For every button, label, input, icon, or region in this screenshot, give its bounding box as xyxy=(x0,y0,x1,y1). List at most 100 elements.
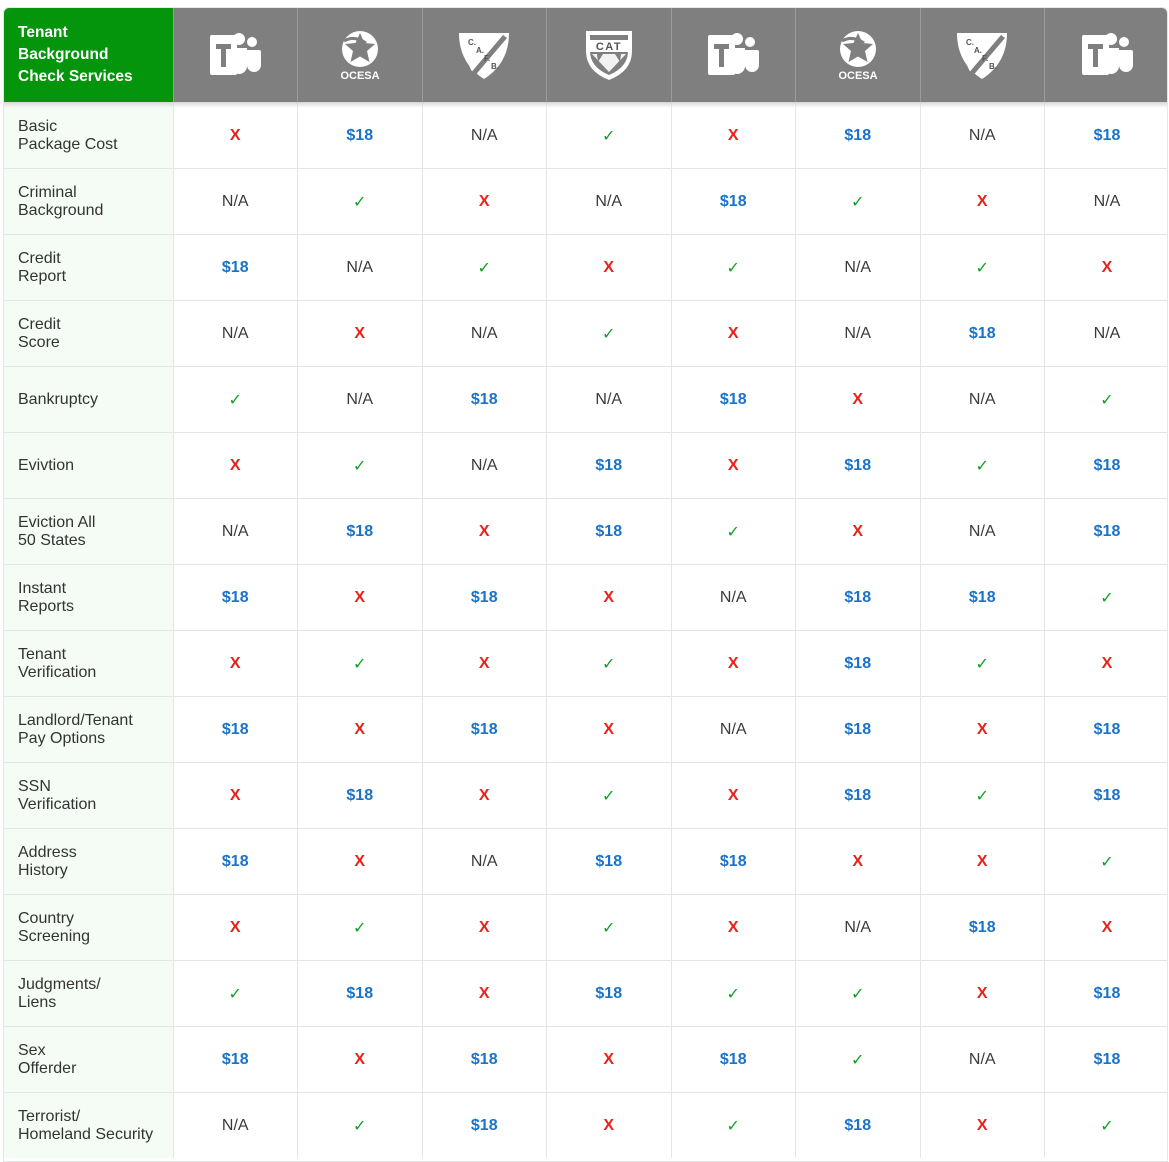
svg-text:CAT: CAT xyxy=(596,41,622,53)
table-cell: $18 xyxy=(1044,432,1167,499)
title-line: Check Services xyxy=(18,68,133,85)
cross-icon: X xyxy=(603,588,615,606)
price-value: $18 xyxy=(968,324,996,342)
feature-label-line: Package Cost xyxy=(18,135,118,153)
table-cell: $18 xyxy=(919,894,1045,961)
check-icon: ✓ xyxy=(602,325,616,343)
cafb-shield-icon: C. A. F. B. xyxy=(921,29,1045,81)
price-value: $18 xyxy=(470,390,498,408)
cross-icon: X xyxy=(976,984,988,1002)
feature-label: Instant Reports xyxy=(4,564,173,631)
price-value: $18 xyxy=(844,1116,872,1134)
cross-icon: X xyxy=(354,588,366,606)
table-row: Sex Offerder $18 X $18 X $18 ✓ N/A $18 xyxy=(4,1026,1167,1093)
feature-label-line: Score xyxy=(18,333,60,351)
table-cell: ✓ xyxy=(297,168,422,235)
check-icon: ✓ xyxy=(1100,1117,1114,1135)
table-cell: X xyxy=(172,894,298,961)
table-cell: ✓ xyxy=(1044,828,1167,895)
feature-label-line: Verification xyxy=(18,795,97,813)
check-icon: ✓ xyxy=(726,985,740,1003)
check-icon: ✓ xyxy=(1100,589,1114,607)
table-cell: X xyxy=(546,564,671,631)
table-cell: X xyxy=(172,630,298,697)
table-row: Evivtion X ✓ N/A $18 X $18 ✓ $18 xyxy=(4,432,1167,499)
cross-icon: X xyxy=(976,192,988,210)
price-value: $18 xyxy=(470,588,498,606)
cross-icon: X xyxy=(603,720,615,738)
price-value: $18 xyxy=(595,456,623,474)
table-cell: $18 xyxy=(546,432,671,499)
cross-icon: X xyxy=(229,786,241,804)
cafb-shield-icon: C. A. F. B. xyxy=(423,29,547,81)
table-row: Credit Report $18 N/A ✓ X ✓ N/A ✓ X xyxy=(4,234,1167,301)
ocesa-logo-icon: OCESA xyxy=(298,27,422,83)
check-icon: ✓ xyxy=(353,655,367,673)
price-value: $18 xyxy=(844,786,872,804)
check-icon: ✓ xyxy=(851,193,865,211)
table-cell: N/A xyxy=(297,366,422,433)
price-value: $18 xyxy=(1093,522,1121,540)
table-cell: $18 xyxy=(795,432,920,499)
table-cell: N/A xyxy=(421,102,547,169)
price-value: $18 xyxy=(968,918,996,936)
cross-icon: X xyxy=(727,786,739,804)
feature-label-line: Instant xyxy=(18,579,67,597)
check-icon: ✓ xyxy=(1100,391,1114,409)
price-value: $18 xyxy=(595,522,623,540)
table-cell: X xyxy=(795,366,920,433)
svg-text:B.: B. xyxy=(491,62,499,71)
check-icon: ✓ xyxy=(1100,853,1114,871)
table-cell: N/A xyxy=(795,300,920,367)
cross-icon: X xyxy=(478,192,490,210)
feature-label-line: SSN xyxy=(18,777,51,795)
feature-label-line: Judgments/ xyxy=(18,975,101,993)
table-cell: $18 xyxy=(670,1026,796,1093)
table-cell: $18 xyxy=(670,828,796,895)
check-icon: ✓ xyxy=(228,985,242,1003)
table-cell: ✓ xyxy=(919,630,1045,697)
check-icon: ✓ xyxy=(975,655,989,673)
feature-label: Country Screening xyxy=(4,894,173,961)
table-cell: $18 xyxy=(795,696,920,763)
table-row: Basic Package Cost X $18 N/A ✓ X $18 N/A $18 xyxy=(4,102,1167,169)
table-row: Terrorist/Homeland Security N/A ✓ $18 X ✓ $18 X… xyxy=(4,1092,1167,1158)
table-cell: $18 xyxy=(1044,762,1167,829)
feature-label-line: Verification xyxy=(18,663,97,681)
feature-label-line: Background xyxy=(18,201,104,219)
table-cell: ✓ xyxy=(1044,564,1167,631)
table-cell: N/A xyxy=(546,168,671,235)
price-value: $18 xyxy=(719,192,747,210)
feature-label-line: History xyxy=(18,861,68,879)
table-cell: ✓ xyxy=(546,894,671,961)
teams-logo-icon xyxy=(1045,29,1167,81)
table-cell: X xyxy=(919,960,1045,1027)
feature-label-line: Credit xyxy=(18,249,61,267)
cross-icon: X xyxy=(727,654,739,672)
cross-icon: X xyxy=(354,852,366,870)
price-value: $18 xyxy=(844,456,872,474)
na-value: N/A xyxy=(1093,192,1121,210)
feature-label-line: Sex xyxy=(18,1041,46,1059)
feature-label: SSN Verification xyxy=(4,762,173,829)
cross-icon: X xyxy=(603,1050,615,1068)
table-cell: $18 xyxy=(421,564,547,631)
table-cell: X xyxy=(546,1026,671,1093)
table-cell: X xyxy=(421,498,547,565)
table-cell: $18 xyxy=(546,828,671,895)
table-cell: N/A xyxy=(421,432,547,499)
price-value: $18 xyxy=(221,852,249,870)
feature-label-line: Reports xyxy=(18,597,75,615)
check-icon: ✓ xyxy=(726,259,740,277)
table-cell: X xyxy=(172,762,298,829)
feature-label-line: Liens xyxy=(18,993,57,1011)
price-value: $18 xyxy=(595,852,623,870)
cross-icon: X xyxy=(1101,654,1113,672)
table-cell: N/A xyxy=(172,168,298,235)
table-cell: X xyxy=(670,300,796,367)
cross-icon: X xyxy=(229,654,241,672)
table-cell: $18 xyxy=(297,498,422,565)
table-row: Tenant Verification X ✓ X ✓ X $18 ✓ X xyxy=(4,630,1167,697)
table-cell: N/A xyxy=(421,828,547,895)
table-cell: $18 xyxy=(670,168,796,235)
